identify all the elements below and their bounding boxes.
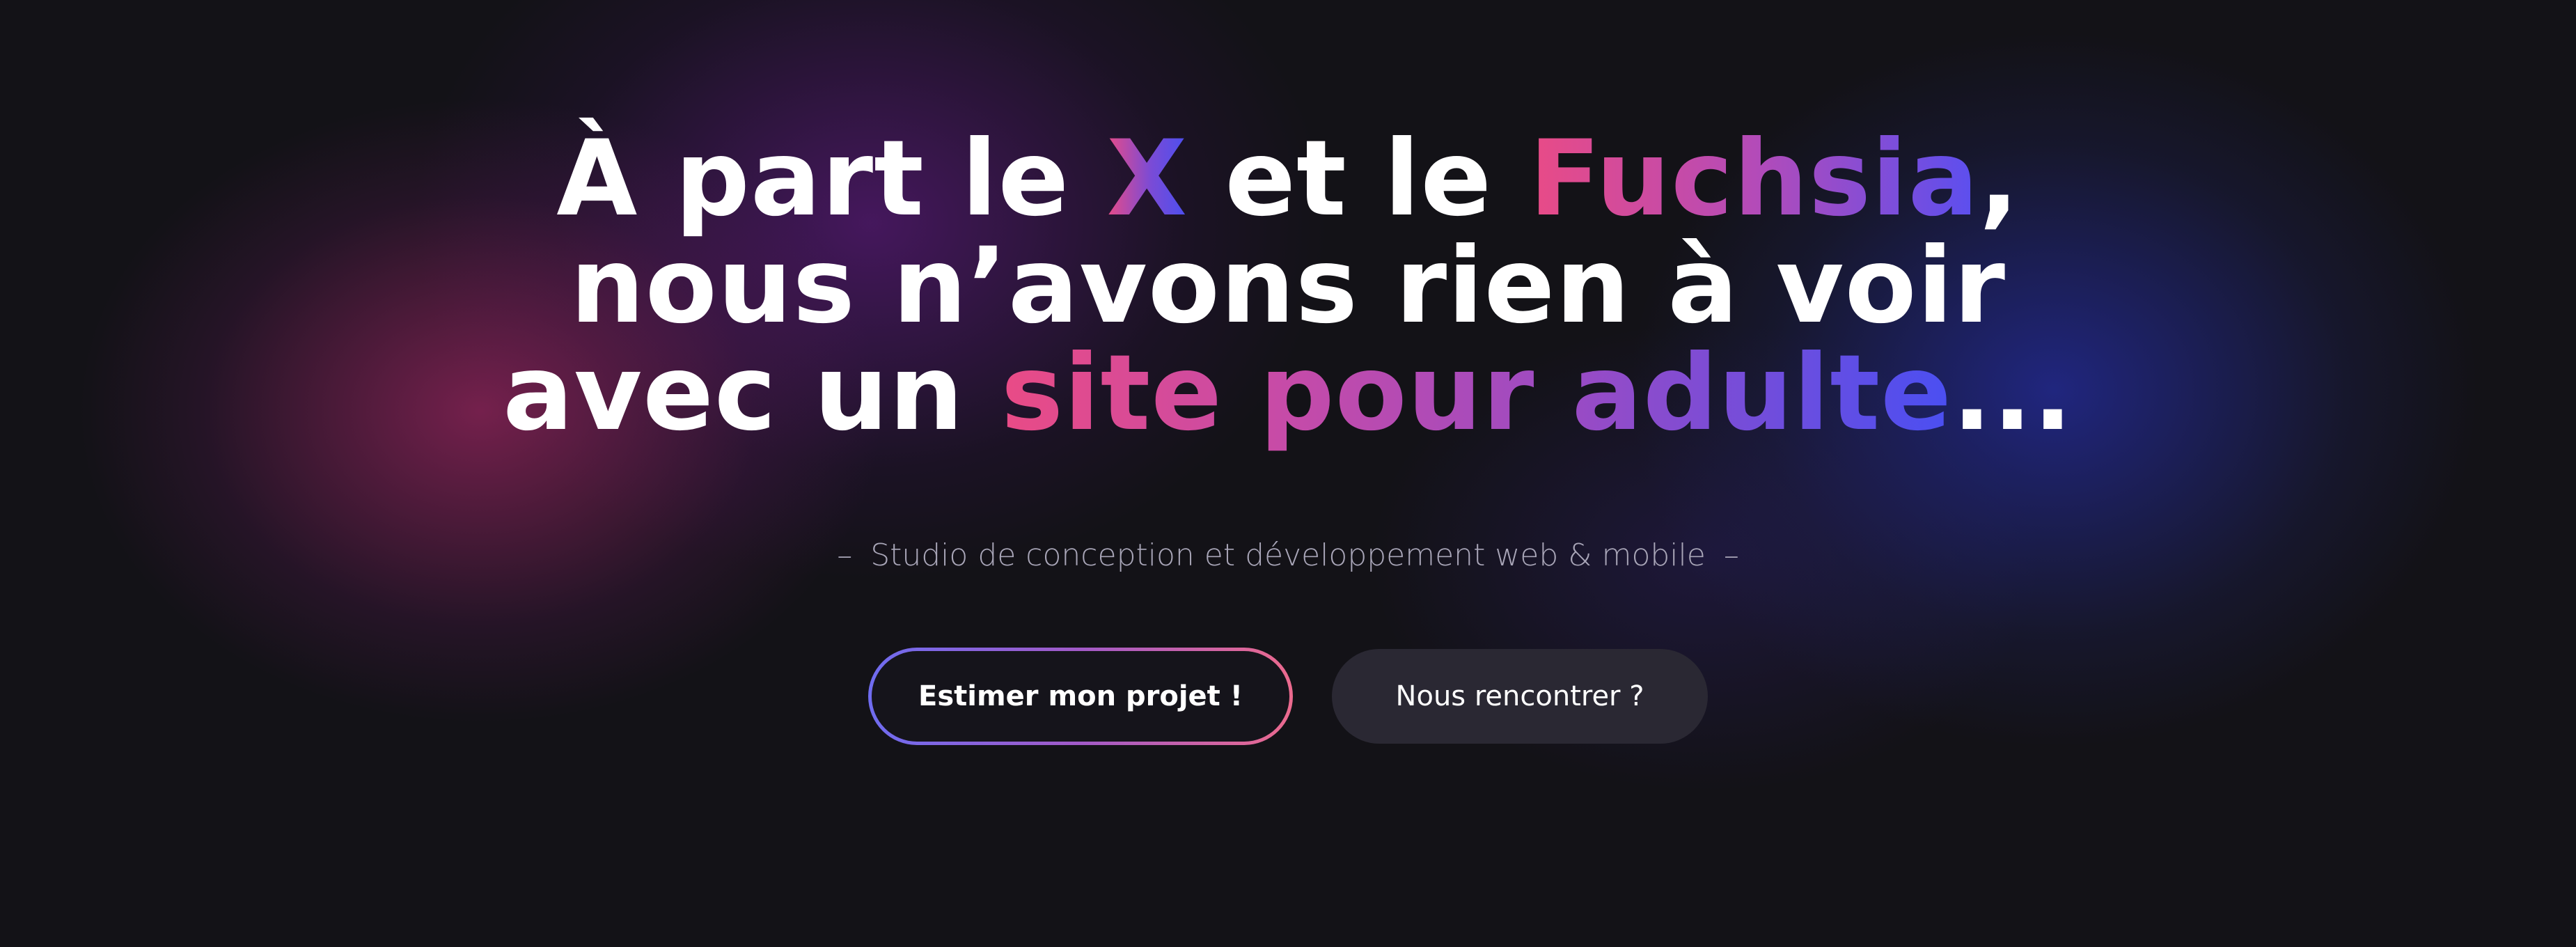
headline-highlight-site: site pour adulte — [1000, 333, 1952, 454]
headline-line-3: avec un site pour adulte... — [0, 340, 2576, 447]
subtitle-text: Studio de conception et développement we… — [870, 538, 1706, 573]
headline-highlight-x: X — [1106, 118, 1188, 240]
headline-line-1: À part le X et le Fuchsia, — [0, 125, 2576, 233]
headline-comma: , — [1979, 118, 2020, 240]
hero-subtitle: – Studio de conception et développement w… — [0, 535, 2576, 577]
estimate-project-button[interactable]: Estimer mon projet ! — [868, 648, 1293, 745]
subtitle-dash-right: – — [1723, 538, 1739, 573]
meet-us-label: Nous rencontrer ? — [1395, 680, 1644, 712]
headline-text: À part le — [556, 118, 1107, 240]
hero-section: À part le X et le Fuchsia, nous n’avons … — [0, 0, 2576, 947]
headline-line-2: nous n’avons rien à voir — [570, 226, 2006, 347]
meet-us-button[interactable]: Nous rencontrer ? — [1332, 649, 1708, 744]
estimate-project-label: Estimer mon projet ! — [872, 651, 1289, 742]
hero-headline: À part le X et le Fuchsia, nous n’avons … — [0, 125, 2576, 447]
headline-ellipsis: ... — [1951, 333, 2073, 454]
headline-highlight-fuchsia: Fuchsia — [1529, 118, 1979, 240]
headline-text: et le — [1188, 118, 1530, 240]
cta-buttons: Estimer mon projet ! Nous rencontrer ? — [0, 648, 2576, 745]
subtitle-dash-left: – — [837, 538, 853, 573]
headline-text: avec un — [503, 333, 1001, 454]
